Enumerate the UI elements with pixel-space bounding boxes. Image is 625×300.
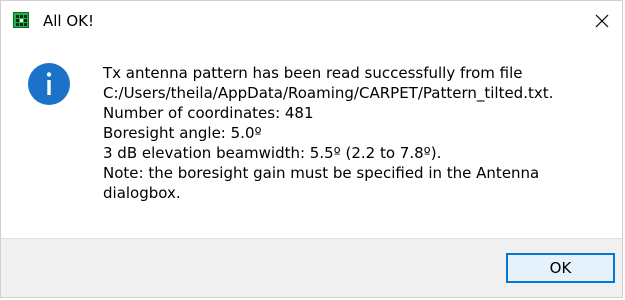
message-line: 3 dB elevation beamwidth: 5.5º (2.2 to 7… bbox=[103, 144, 442, 162]
close-button[interactable] bbox=[580, 1, 624, 41]
title-bar[interactable]: All OK! bbox=[1, 1, 622, 41]
close-icon bbox=[595, 14, 609, 28]
button-bar: OK bbox=[1, 238, 622, 297]
message-line: C:/Users/theila/AppData/Roaming/CARPET/P… bbox=[103, 84, 554, 102]
ok-button-label: OK bbox=[549, 259, 572, 277]
message-line: Number of coordinates: 481 bbox=[103, 104, 314, 122]
grid-app-icon bbox=[13, 12, 29, 28]
ok-button[interactable]: OK bbox=[506, 253, 615, 283]
message-line: dialogbox. bbox=[103, 184, 181, 202]
info-icon bbox=[28, 63, 70, 105]
message-text: Tx antenna pattern has been read success… bbox=[103, 63, 553, 203]
window-title: All OK! bbox=[43, 12, 95, 30]
message-dialog: All OK! Tx antenna pattern has been read… bbox=[0, 0, 623, 298]
message-line: Note: the boresight gain must be specifi… bbox=[103, 164, 540, 182]
message-line: Tx antenna pattern has been read success… bbox=[103, 64, 523, 82]
message-line: Boresight angle: 5.0º bbox=[103, 124, 262, 142]
